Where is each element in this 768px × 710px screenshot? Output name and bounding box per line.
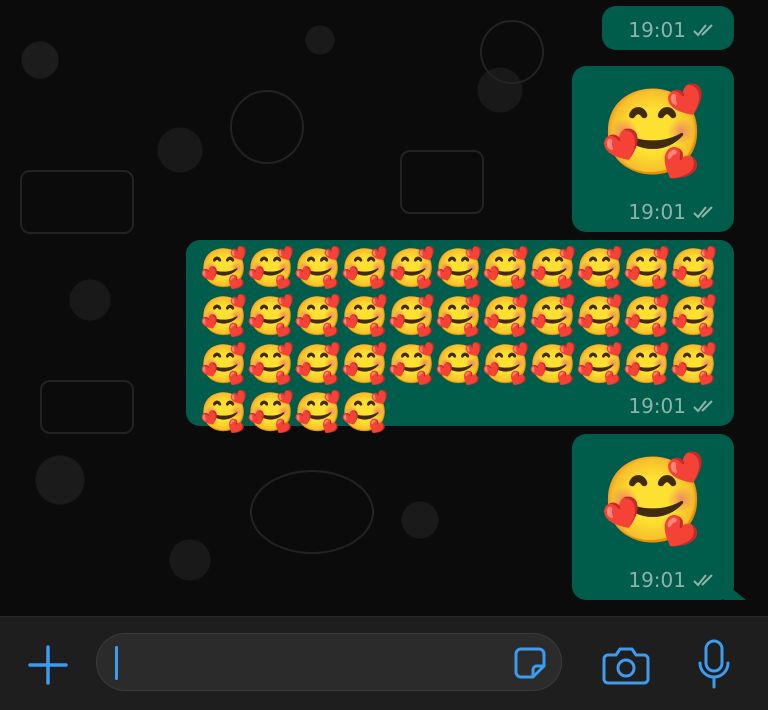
grid-emoji: 🥰 bbox=[294, 342, 342, 386]
grid-emoji: 🥰 bbox=[200, 390, 248, 434]
grid-emoji: 🥰 bbox=[435, 294, 483, 338]
message-time: 19:01 bbox=[628, 18, 686, 42]
grid-emoji: 🥰 bbox=[670, 342, 718, 386]
message-time: 19:01 bbox=[628, 568, 686, 592]
message-meta: 19:01 bbox=[628, 394, 720, 418]
sticker-icon[interactable] bbox=[513, 646, 547, 680]
message-meta: 19:01 bbox=[628, 568, 720, 592]
grid-emoji: 🥰 bbox=[200, 342, 248, 386]
wallpaper-doodle bbox=[250, 470, 374, 554]
grid-emoji: 🥰 bbox=[341, 246, 389, 290]
double-check-icon bbox=[693, 206, 713, 219]
wallpaper-doodle bbox=[480, 20, 544, 84]
message-meta: 19:01 bbox=[628, 18, 720, 42]
grid-emoji: 🥰 bbox=[341, 390, 389, 434]
grid-emoji: 🥰 bbox=[623, 342, 671, 386]
grid-emoji: 🥰 bbox=[435, 246, 483, 290]
message-input[interactable] bbox=[96, 633, 562, 691]
grid-emoji: 🥰 bbox=[294, 246, 342, 290]
grid-emoji: 🥰 bbox=[576, 246, 624, 290]
wallpaper-doodle bbox=[400, 150, 484, 214]
double-check-icon bbox=[693, 574, 713, 587]
grid-emoji: 🥰 bbox=[247, 294, 295, 338]
message-bubble[interactable]: 🥰 19:01 bbox=[572, 66, 734, 232]
grid-emoji: 🥰 bbox=[623, 246, 671, 290]
message-time: 19:01 bbox=[628, 200, 686, 224]
grid-emoji: 🥰 bbox=[670, 246, 718, 290]
double-check-icon bbox=[693, 400, 713, 413]
grid-emoji: 🥰 bbox=[388, 342, 436, 386]
grid-emoji: 🥰 bbox=[247, 246, 295, 290]
grid-emoji: 🥰 bbox=[623, 294, 671, 338]
camera-icon[interactable] bbox=[602, 645, 650, 685]
grid-emoji: 🥰 bbox=[576, 342, 624, 386]
message-bubble[interactable]: 19:01 bbox=[602, 6, 734, 50]
wallpaper-doodle bbox=[20, 170, 134, 234]
wallpaper-doodle bbox=[230, 90, 304, 164]
grid-emoji: 🥰 bbox=[482, 294, 530, 338]
grid-emoji: 🥰 bbox=[341, 342, 389, 386]
microphone-icon[interactable] bbox=[696, 639, 732, 691]
message-meta: 19:01 bbox=[628, 200, 720, 224]
plus-icon[interactable] bbox=[26, 643, 70, 687]
grid-emoji: 🥰 bbox=[529, 294, 577, 338]
message-emoji: 🥰 bbox=[600, 83, 706, 181]
grid-emoji: 🥰 bbox=[670, 294, 718, 338]
grid-emoji: 🥰 bbox=[294, 390, 342, 434]
grid-emoji: 🥰 bbox=[247, 342, 295, 386]
message-bubble[interactable]: 🥰 🥰 🥰 🥰 🥰 🥰 🥰 🥰 🥰 🥰 🥰 🥰 🥰 🥰 🥰 🥰 🥰 🥰 🥰 🥰 🥰 🥰 🥰 🥰 🥰 🥰 🥰 🥰 🥰 🥰 🥰 🥰 🥰 🥰 🥰 🥰 🥰 19… bbox=[186, 240, 734, 434]
chat-background[interactable]: 19:01 🥰 19:01 🥰 🥰 🥰 🥰 🥰 🥰 🥰 🥰 🥰 🥰 🥰 🥰 🥰 🥰 🥰 🥰 bbox=[0, 0, 768, 616]
grid-emoji: 🥰 bbox=[576, 294, 624, 338]
text-cursor bbox=[115, 646, 118, 680]
grid-emoji: 🥰 bbox=[482, 342, 530, 386]
message-bubble[interactable]: 🥰 19:01 bbox=[572, 434, 734, 600]
grid-emoji: 🥰 bbox=[529, 342, 577, 386]
grid-emoji: 🥰 bbox=[388, 294, 436, 338]
message-emoji: 🥰 bbox=[600, 451, 706, 549]
grid-emoji: 🥰 bbox=[200, 246, 248, 290]
wallpaper-doodle bbox=[40, 380, 134, 434]
grid-emoji: 🥰 bbox=[529, 246, 577, 290]
message-time: 19:01 bbox=[628, 394, 686, 418]
chat-screen: 19:01 🥰 19:01 🥰 🥰 🥰 🥰 🥰 🥰 🥰 🥰 🥰 🥰 🥰 🥰 🥰 🥰 🥰 🥰 bbox=[0, 0, 768, 710]
grid-emoji: 🥰 bbox=[435, 342, 483, 386]
grid-emoji: 🥰 bbox=[388, 246, 436, 290]
message-composer bbox=[0, 616, 768, 710]
double-check-icon bbox=[693, 24, 713, 37]
grid-emoji: 🥰 bbox=[482, 246, 530, 290]
grid-emoji: 🥰 bbox=[247, 390, 295, 434]
grid-emoji: 🥰 bbox=[294, 294, 342, 338]
grid-emoji: 🥰 bbox=[341, 294, 389, 338]
grid-emoji: 🥰 bbox=[200, 294, 248, 338]
